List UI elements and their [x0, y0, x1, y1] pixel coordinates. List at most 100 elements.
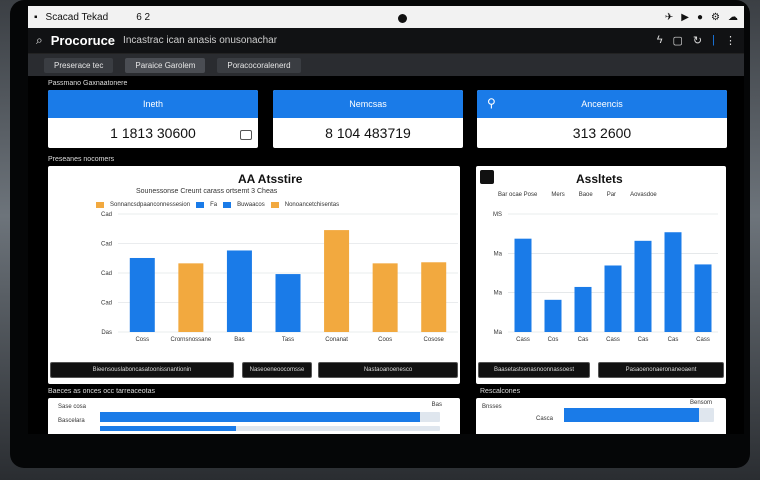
progress-fill	[100, 412, 420, 422]
play-icon[interactable]: ▶	[681, 12, 689, 23]
tab-3[interactable]: Poracocoralenerd	[217, 57, 301, 73]
edit-icon[interactable]	[240, 130, 252, 140]
dashboard-main: Passmano Gaxnaatonere Ineth 1 1813 30600…	[28, 76, 744, 434]
os-menu-bar: ▪ Scacad Tekad 6 2 ✈ ▶ ● ⚙ ☁	[28, 6, 744, 28]
y-tick-label: Ma	[494, 291, 503, 297]
progress-panel-left: Sase cosa Bas Bascelara	[48, 398, 460, 434]
bottom-right-caption: Rescalcones	[480, 388, 521, 395]
x-tick-label: Crornsnossane	[171, 337, 212, 343]
progress-panel-right: Bnsses Bensom Casca	[476, 398, 726, 434]
window-icon[interactable]: ▢	[673, 34, 683, 47]
kpi-card-2-header: Nemcsas	[273, 90, 463, 118]
airplane-icon[interactable]: ✈	[665, 12, 673, 23]
bar	[694, 264, 712, 332]
bar	[324, 230, 350, 332]
chart-action-button-3[interactable]: Nastaoanoenesco	[318, 362, 458, 378]
bar	[634, 240, 652, 332]
y-tick-label: Cad	[101, 242, 112, 248]
bar	[514, 238, 532, 332]
chart-action-button-2[interactable]: Naseoeneoocomsse	[242, 362, 312, 378]
bar-chart-right: MS Ma Ma Ma Cass Cos Cas Cass Cas Cas Cass	[493, 212, 718, 343]
row-label: Bnsses	[482, 404, 502, 410]
bar	[421, 262, 447, 332]
x-tick-label: Cosose	[424, 337, 445, 343]
kpi-card-3-label: Anceencis	[581, 99, 623, 109]
bar	[574, 286, 592, 332]
x-tick-label: Bas	[234, 337, 244, 343]
row-label: Bascelara	[58, 418, 85, 424]
bar	[226, 250, 252, 332]
app-subtitle: Incastrac ican anasis onusonachar	[123, 35, 278, 46]
app-logo-icon: ▪	[34, 11, 38, 23]
cloud-icon[interactable]: ☁	[728, 12, 738, 23]
row-value: Bensom	[689, 400, 712, 406]
kpi-card-1-value: 1 1813 30600	[110, 125, 196, 141]
os-app-name[interactable]: Scacad Tekad	[46, 12, 109, 23]
kpi-caption: Passmano Gaxnaatonere	[48, 80, 128, 87]
kpi-card-3[interactable]: ⚲ Anceencis 313 2600	[477, 90, 727, 148]
chart-action-button-5[interactable]: Pasaoenonaeronaneoaent	[598, 362, 724, 378]
bar	[372, 263, 398, 332]
record-icon[interactable]: ●	[697, 12, 703, 23]
kpi-card-2-value: 8 104 483719	[325, 125, 411, 141]
bar-chart-panel-right: Assltets Bar ocae Pose Mers Baoe Par Aov…	[476, 166, 726, 384]
y-tick-label: Ma	[494, 251, 503, 257]
chart-action-button-4[interactable]: Baasetastsenasnoonnassoest	[478, 362, 590, 378]
x-tick-label: Coss	[135, 337, 149, 343]
bolt-icon[interactable]: ϟ	[657, 34, 663, 47]
x-tick-label: Cas	[578, 337, 589, 343]
os-counter: 6 2	[136, 11, 151, 23]
y-tick-label: Cad	[101, 271, 112, 277]
y-tick-label: Ma	[494, 330, 503, 336]
kpi-card-2-label: Nemcsas	[349, 99, 387, 109]
tab-bar: Preserace tec Paraice Garolem Poracocora…	[28, 54, 744, 76]
bottom-left-caption: Baeces as onces occ tarreaceotas	[48, 388, 156, 395]
row-label: Sase cosa	[58, 404, 87, 410]
x-tick-label: Cass	[516, 337, 530, 343]
x-tick-label: Coos	[378, 337, 392, 343]
x-tick-label: Cas	[638, 337, 649, 343]
progress-bar-1	[100, 412, 440, 422]
kpi-card-3-header: ⚲ Anceencis	[477, 90, 727, 118]
kpi-card-2[interactable]: Nemcsas 8 104 483719	[273, 90, 463, 148]
y-tick-label: Das	[101, 330, 112, 336]
sync-icon[interactable]: ↻	[693, 34, 702, 47]
camera-icon	[398, 14, 407, 23]
progress-fill	[564, 408, 699, 422]
kpi-card-1[interactable]: Ineth 1 1813 30600	[48, 90, 258, 148]
y-tick-label: Cad	[101, 301, 112, 307]
bar-chart-panel: AA Atsstire Sounessonse Creunt carass or…	[48, 166, 460, 384]
bar	[129, 257, 155, 332]
y-tick-label: MS	[493, 212, 502, 218]
indicator-icon: |	[712, 34, 715, 46]
more-icon[interactable]: ⋮	[725, 34, 736, 47]
bar	[178, 263, 204, 332]
info-icon: ⚲	[487, 96, 496, 110]
app-title: Procoruce	[50, 33, 116, 48]
screen: ▪ Scacad Tekad 6 2 ✈ ▶ ● ⚙ ☁ ⌕ Procoruce…	[28, 6, 744, 434]
progress-fill	[100, 426, 236, 431]
bar	[544, 299, 562, 332]
x-tick-label: Cass	[606, 337, 620, 343]
x-tick-label: Conanat	[325, 337, 348, 343]
kpi-card-1-header: Ineth	[48, 90, 258, 118]
bar	[275, 274, 301, 332]
x-tick-label: Tass	[282, 337, 294, 343]
search-icon[interactable]: ⌕	[36, 33, 43, 48]
kpi-card-1-label: Ineth	[142, 99, 164, 109]
row-value: Bas	[431, 402, 442, 408]
settings-icon[interactable]: ⚙	[711, 12, 720, 23]
app-header: ⌕ Procoruce Incastrac ican anasis onuson…	[28, 28, 744, 54]
tab-1[interactable]: Preserace tec	[44, 57, 114, 73]
x-tick-label: Cass	[696, 337, 710, 343]
bar-chart-left: Cad Cad Cad Cad Das Coss Crornsnossane Bas Tass C…	[101, 212, 458, 343]
x-tick-label: Cos	[548, 337, 559, 343]
progress-bar-3	[564, 408, 714, 422]
bar	[664, 232, 682, 332]
section-caption: Preseanes nocomers	[48, 156, 115, 163]
x-tick-label: Cas	[668, 337, 679, 343]
chart-action-button-1[interactable]: Bieensouslaboncasatoonissnantionin	[50, 362, 234, 378]
tab-2[interactable]: Paraice Garolem	[125, 57, 206, 73]
kpi-card-3-value: 313 2600	[572, 125, 632, 141]
row-label: Casca	[536, 416, 554, 422]
